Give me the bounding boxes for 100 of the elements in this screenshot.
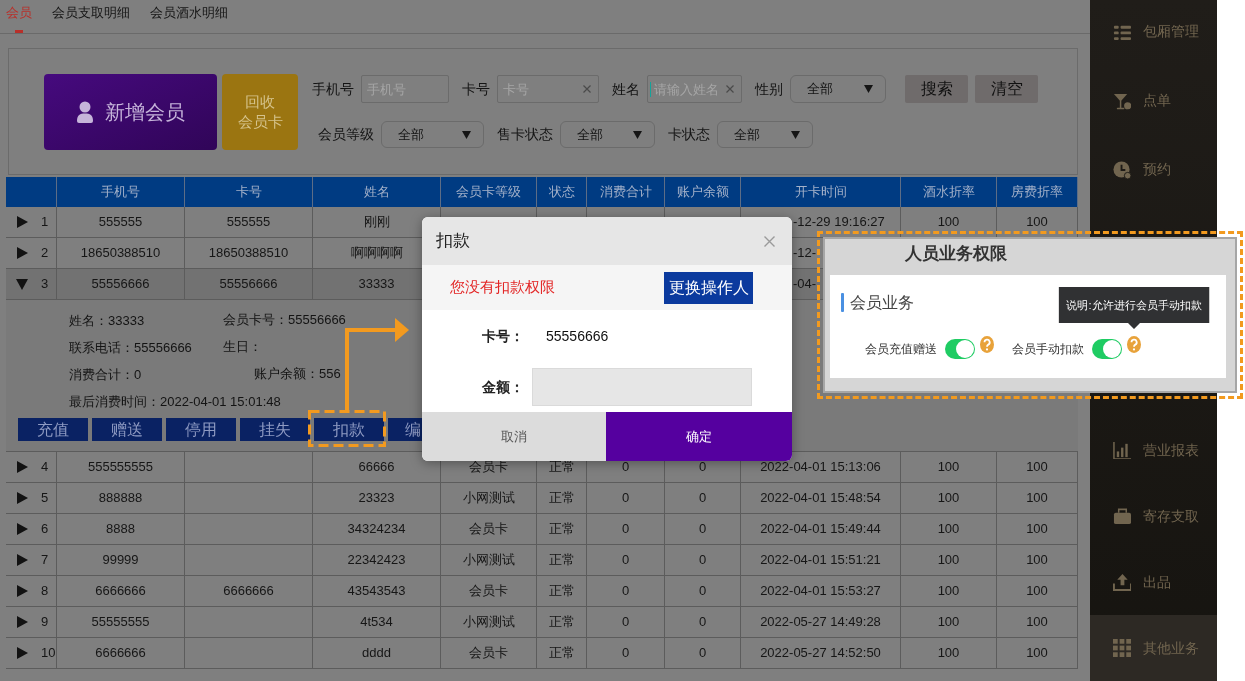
table-cell: 100 [997,514,1078,544]
detail-text: 生日： [223,337,262,356]
detail-text: 姓名：33333 [69,312,145,328]
table-cell: 0 [587,638,665,668]
tooltip: 说明:允许进行会员手动扣款 [1058,287,1210,329]
table-cell: 100 [997,483,1078,513]
table-cell: 0 [665,607,741,637]
table-cell: 0 [587,483,665,513]
table-cell: 8888 [57,514,185,544]
table-cell: 正常 [537,607,587,637]
table-cell: dddd [313,638,441,668]
table-cell: 4t534 [313,607,441,637]
table-cell: 2022-04-01 15:48:54 [741,483,901,513]
table-cell: 0 [587,545,665,575]
filter-label: 卡状态 [668,125,710,144]
table-cell: 55556666 [57,269,185,299]
row-number: 10 [41,644,56,663]
table-cell: 888888 [57,483,185,513]
table-cell: 2022-04-01 15:49:44 [741,514,901,544]
table-cell: 2022-05-27 14:52:50 [741,638,901,668]
table-cell: 55556666 [185,269,313,299]
table-cell: 100 [901,545,997,575]
table-cell: 正常 [537,545,587,575]
filter-label: 售卡状态 [497,125,553,144]
permission-label: 会员充值赠送 [865,341,937,358]
table-cell-text: -12- [793,244,817,263]
table-cell: 555555 [185,207,313,237]
filter-label: 会员等级 [318,125,374,144]
table-cell: 555555 [57,207,185,237]
detail-text: 会员卡号：55556666 [223,310,346,329]
table-cell: 会员卡 [441,576,537,606]
table-cell: 555555555 [57,452,185,482]
table-cell: 100 [901,607,997,637]
detail-text: 最后消费时间：2022-04-01 15:01:48 [69,393,281,409]
table-cell: 0 [587,514,665,544]
table-cell: 23323 [313,483,441,513]
detail-text: 联系电话：55556666 [69,339,192,355]
detail-text: 账户余额：556 [254,364,341,383]
table-cell: 100 [997,607,1078,637]
table-cell: 22342423 [313,545,441,575]
row-number: 3 [41,275,49,294]
table-cell: 0 [665,576,741,606]
row-number: 9 [41,613,49,632]
table-cell: 0 [665,638,741,668]
field-label: 卡号： [482,326,524,346]
table-cell-text: -04- [793,275,817,294]
table-cell: 正常 [537,576,587,606]
table-cell: 18650388510 [57,238,185,268]
row-number: 7 [41,551,49,570]
table-cell-text: -12-29 19:16:27 [793,213,885,232]
table-cell: 100 [901,576,997,606]
table-cell: 会员卡 [441,638,537,668]
table-cell: 正常 [537,483,587,513]
table-cell: 55555555 [57,607,185,637]
table-cell: 100 [997,452,1078,482]
table-cell: 小网测试 [441,545,537,575]
table-cell: 0 [665,545,741,575]
filter-label: 性别 [755,79,783,99]
table-cell: 2022-04-01 15:51:21 [741,545,901,575]
row-number: 8 [41,582,49,601]
table-cell: 100 [997,638,1078,668]
warning-text: 您没有扣款权限 [450,277,555,298]
row-number: 2 [41,244,49,263]
row-number: 1 [41,213,49,232]
table-cell: 0 [587,576,665,606]
table-cell: 会员卡 [441,514,537,544]
table-cell: 小网测试 [441,483,537,513]
table-cell: 99999 [57,545,185,575]
table-cell: 6666666 [57,638,185,668]
table-cell: 2022-04-01 15:53:27 [741,576,901,606]
filter-label: 姓名 [612,79,640,99]
table-cell: 0 [665,514,741,544]
table-cell: 小网测试 [441,607,537,637]
detail-text: 消费合计：0 [69,366,142,382]
table-cell: 100 [901,483,997,513]
section-title: 会员业务 [850,292,914,313]
table-cell: 6666666 [185,576,313,606]
filter-label: 卡号 [462,79,490,99]
panel-title: 人员业务权限 [905,243,1007,266]
table-cell: 18650388510 [185,238,313,268]
field-label: 金额： [482,377,524,397]
table-cell: 34324234 [313,514,441,544]
row-number: 5 [41,489,49,508]
table-cell: 6666666 [57,576,185,606]
row-number: 6 [41,520,49,539]
filter-label: 手机号 [312,79,354,99]
table-cell: 100 [901,514,997,544]
table-cell: 0 [587,607,665,637]
row-number: 4 [41,458,49,477]
table-cell: 100 [901,452,997,482]
table-cell: 正常 [537,514,587,544]
table-cell: 100 [997,545,1078,575]
table-cell: 2022-05-27 14:49:28 [741,607,901,637]
table-cell: 100 [901,638,997,668]
table-cell: 100 [997,576,1078,606]
permission-label: 会员手动扣款 [1012,341,1084,358]
table-cell: 0 [665,483,741,513]
field-value: 55556666 [546,326,609,346]
table-cell: 正常 [537,638,587,668]
table-cell: 43543543 [313,576,441,606]
